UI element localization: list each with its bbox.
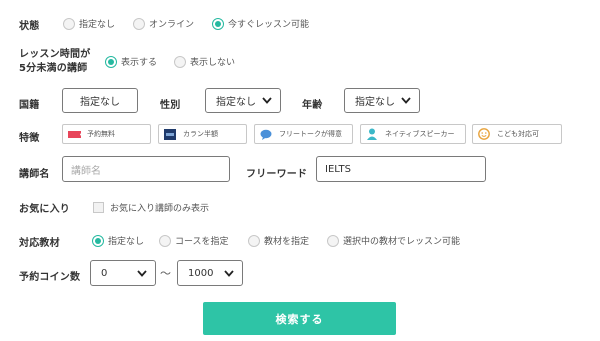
nationality-label: 国籍 bbox=[19, 100, 40, 111]
radio-indicator bbox=[212, 17, 224, 30]
chevron-down-icon bbox=[399, 94, 413, 108]
favorites-label: お気に入り bbox=[19, 204, 70, 215]
radio-indicator bbox=[327, 234, 339, 247]
material-option-course[interactable]: コースを指定 bbox=[159, 234, 229, 247]
nationality-select[interactable]: 指定なし bbox=[62, 88, 138, 113]
coins-max-select[interactable]: 1000 bbox=[177, 260, 243, 286]
radio-indicator bbox=[159, 234, 171, 247]
radio-indicator bbox=[63, 17, 75, 30]
radio-indicator bbox=[248, 234, 260, 247]
coins-min-select[interactable]: 0 bbox=[90, 260, 156, 286]
radio-indicator bbox=[92, 234, 104, 247]
gender-label: 性別 bbox=[160, 100, 181, 111]
tutor-name-label: 講師名 bbox=[19, 169, 50, 180]
ticket-icon bbox=[67, 128, 81, 140]
material-option-textbook[interactable]: 教材を指定 bbox=[248, 234, 309, 247]
free-word-input[interactable]: IELTS bbox=[316, 156, 486, 182]
chevron-down-icon bbox=[222, 266, 236, 280]
status-option-available-now[interactable]: 今すぐレッスン可能 bbox=[212, 17, 309, 30]
material-option-selected-material[interactable]: 選択中の教材でレッスン可能 bbox=[327, 234, 460, 247]
feature-chip-kids-ok[interactable]: こども対応可 bbox=[472, 124, 562, 144]
status-option-none[interactable]: 指定なし bbox=[63, 17, 115, 30]
radio-indicator bbox=[174, 55, 186, 68]
chevron-down-icon bbox=[135, 266, 149, 280]
smiley-icon bbox=[477, 128, 491, 140]
gender-select[interactable]: 指定なし bbox=[205, 88, 281, 113]
age-label: 年齢 bbox=[302, 100, 323, 111]
radio-indicator bbox=[133, 17, 145, 30]
feature-chip-free-talk[interactable]: フリートークが得意 bbox=[254, 124, 353, 144]
lesson-time-label: レッスン時間が 5分未満の講師 bbox=[19, 49, 91, 74]
chevron-down-icon bbox=[260, 94, 274, 108]
radio-indicator bbox=[105, 55, 117, 68]
features-label: 特徴 bbox=[19, 133, 40, 144]
feature-chip-native-speaker[interactable]: ネイティブスピーカー bbox=[360, 124, 466, 144]
person-icon bbox=[365, 128, 379, 140]
feature-chip-callan-half-price[interactable]: カラン半額 bbox=[158, 124, 247, 144]
status-label: 状態 bbox=[19, 21, 40, 32]
status-option-online[interactable]: オンライン bbox=[133, 17, 194, 30]
material-label: 対応教材 bbox=[19, 238, 60, 249]
age-select[interactable]: 指定なし bbox=[344, 88, 420, 113]
lesson-time-option-show[interactable]: 表示する bbox=[105, 55, 157, 68]
search-submit-button[interactable]: 検索する bbox=[203, 302, 396, 335]
coins-label: 予約コイン数 bbox=[19, 272, 81, 283]
tutor-name-input[interactable]: 講師名 bbox=[62, 156, 230, 182]
checkbox-box bbox=[93, 202, 104, 213]
material-option-none[interactable]: 指定なし bbox=[92, 234, 144, 247]
feature-chip-free-booking[interactable]: 予約無料 bbox=[62, 124, 151, 144]
speech-bubble-icon bbox=[259, 128, 273, 140]
callan-logo-icon bbox=[163, 128, 177, 140]
lesson-time-option-hide[interactable]: 表示しない bbox=[174, 55, 235, 68]
coins-range-separator: 〜 bbox=[160, 267, 171, 280]
free-word-label: フリーワード bbox=[246, 169, 308, 180]
favorites-only-checkbox[interactable]: お気に入り講師のみ表示 bbox=[93, 201, 209, 214]
